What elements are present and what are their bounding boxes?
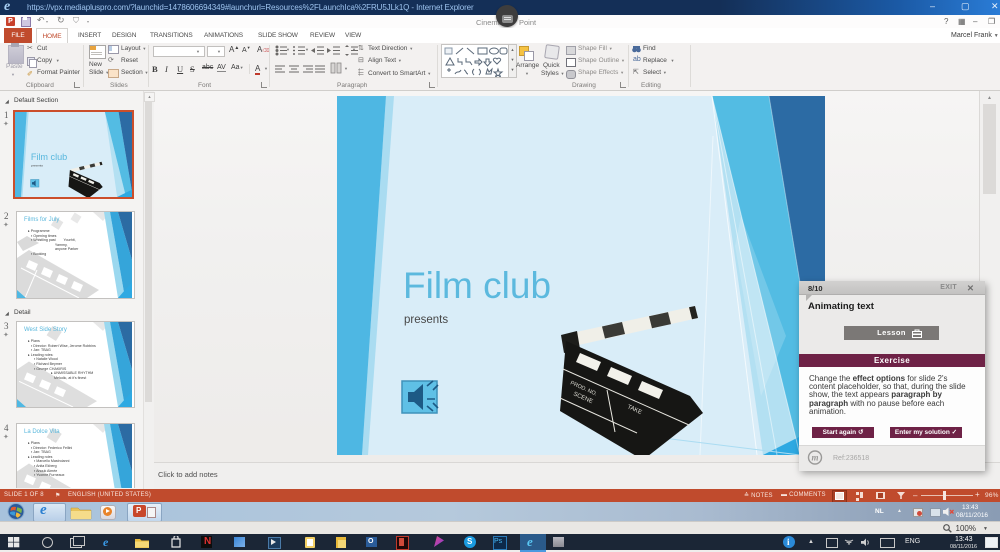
svg-text:presents: presents	[404, 314, 448, 326]
svg-text:presents: presents	[31, 163, 43, 167]
svg-text:Film club: Film club	[31, 152, 67, 162]
svg-text:m: m	[811, 453, 818, 463]
svg-text:Film club: Film club	[403, 265, 551, 306]
